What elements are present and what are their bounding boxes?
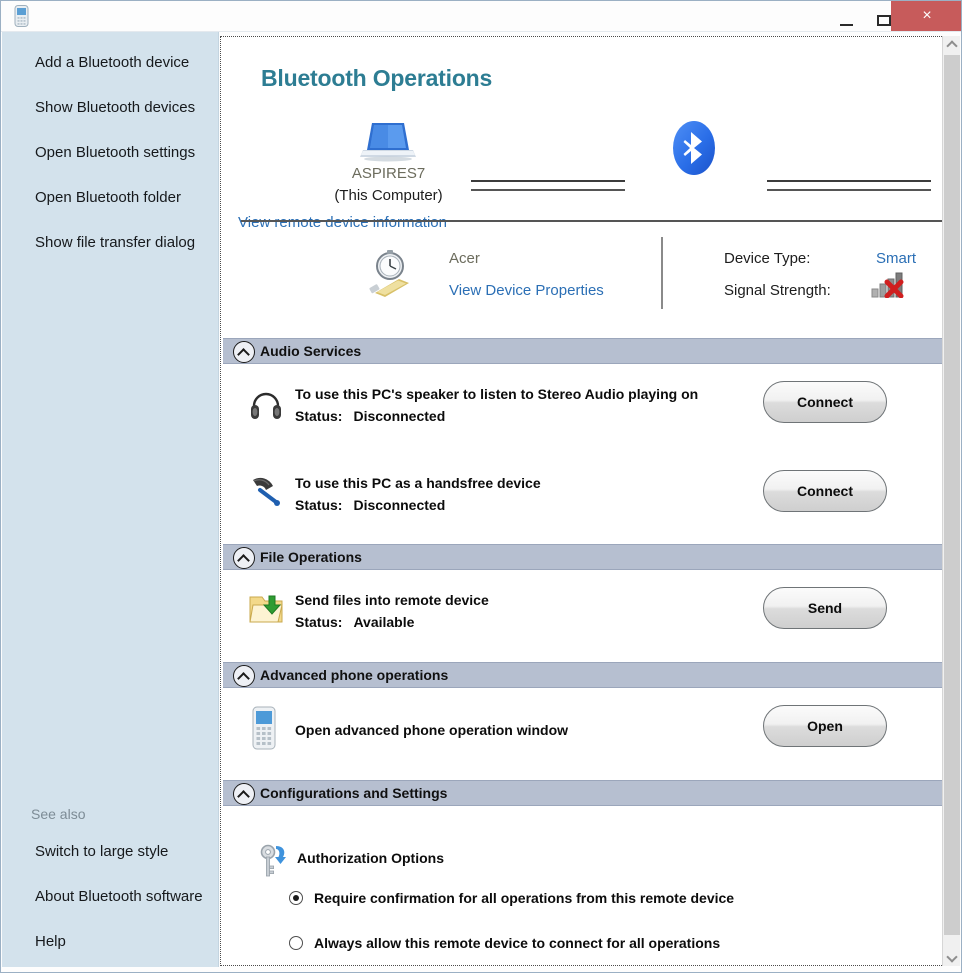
sidebar-item-switch-to-large-style[interactable]: Switch to large style	[35, 843, 168, 860]
service-status-label: Status:	[295, 408, 343, 424]
properties-divider	[661, 237, 663, 309]
headset-mic-icon	[249, 472, 283, 512]
view-remote-device-information-link[interactable]: View remote device information	[238, 214, 447, 231]
chevron-up-icon	[946, 40, 958, 52]
vertical-scrollbar[interactable]	[942, 36, 960, 966]
bluetooth-logo-icon	[672, 120, 716, 176]
content-pane: Bluetooth Operations ASPIRES7 (This Comp…	[220, 36, 944, 966]
section-title: Advanced phone operations	[260, 667, 449, 683]
local-device-subtitle: (This Computer)	[334, 187, 443, 204]
usb-stopwatch-device-icon	[365, 249, 419, 297]
close-button[interactable]: ×	[891, 1, 961, 31]
chevron-up-icon	[233, 783, 255, 805]
service-status-value: Disconnected	[353, 497, 446, 513]
mobile-phone-icon	[251, 706, 285, 750]
service-title: Send files into remote device	[295, 592, 489, 608]
scroll-up-button[interactable]	[943, 36, 960, 54]
section-title: Audio Services	[260, 343, 362, 359]
headphones-icon	[249, 384, 283, 424]
service-status-label: Status:	[295, 614, 343, 630]
radio-label: Require confirmation for all operations …	[314, 890, 735, 906]
section-header-configurations-and-settings[interactable]: Configurations and Settings	[223, 780, 943, 806]
sidebar-item-show-bluetooth-devices[interactable]: Show Bluetooth devices	[35, 99, 195, 116]
sidebar-item-show-file-transfer-dialog[interactable]: Show file transfer dialog	[35, 234, 195, 251]
chevron-down-icon	[946, 951, 958, 963]
scroll-down-button[interactable]	[943, 948, 960, 966]
radio-label: Always allow this remote device to conne…	[314, 935, 721, 951]
chevron-up-icon	[233, 341, 255, 363]
section-body-file-operations: Send files into remote device Status: Ava…	[223, 570, 943, 662]
service-status: Status: Available	[295, 614, 414, 630]
sidebar-see-also-heading: See also	[31, 806, 86, 822]
service-status: Status: Disconnected	[295, 497, 445, 513]
application-window: × Add a Bluetooth device Show Bluetooth …	[0, 0, 962, 973]
page-title: Bluetooth Operations	[261, 65, 493, 91]
connect-button-stereo-audio[interactable]: Connect	[763, 381, 887, 423]
signal-strength-label: Signal Strength:	[724, 282, 831, 299]
sidebar-item-about-bluetooth-software[interactable]: About Bluetooth software	[35, 888, 203, 905]
section-header-audio-services[interactable]: Audio Services	[223, 338, 943, 364]
chevron-up-icon	[233, 665, 255, 687]
signal-bars-disconnected-icon	[871, 270, 911, 299]
sidebar-item-open-bluetooth-folder[interactable]: Open Bluetooth folder	[35, 189, 181, 206]
connect-button-handsfree[interactable]: Connect	[763, 470, 887, 512]
service-status-value: Disconnected	[353, 408, 446, 424]
sidebar: Add a Bluetooth device Show Bluetooth de…	[2, 32, 219, 967]
section-header-advanced-phone-operations[interactable]: Advanced phone operations	[223, 662, 943, 688]
service-status: Status: Disconnected	[295, 408, 445, 424]
folder-send-icon	[249, 590, 283, 630]
radio-selected-icon	[289, 891, 303, 905]
scrollbar-thumb[interactable]	[944, 55, 960, 935]
sidebar-item-help[interactable]: Help	[35, 933, 66, 950]
maximize-icon	[877, 15, 891, 26]
radio-unselected-icon	[289, 936, 303, 950]
section-title: File Operations	[260, 549, 362, 565]
section-header-file-operations[interactable]: File Operations	[223, 544, 943, 570]
title-bar: ×	[1, 1, 961, 32]
sidebar-item-add-bluetooth-device[interactable]: Add a Bluetooth device	[35, 54, 189, 71]
section-body-advanced-phone-operations: Open advanced phone operation window Ope…	[223, 688, 943, 780]
sidebar-item-open-bluetooth-settings[interactable]: Open Bluetooth settings	[35, 144, 195, 161]
minimize-icon	[839, 23, 853, 26]
service-title: To use this PC's speaker to listen to St…	[295, 386, 699, 402]
key-icon	[259, 844, 289, 878]
laptop-icon	[360, 119, 416, 163]
section-body-configurations-and-settings: Authorization Options Require confirmati…	[223, 806, 943, 965]
service-status-label: Status:	[295, 497, 343, 513]
close-icon: ×	[922, 7, 932, 24]
minimize-button[interactable]	[827, 1, 865, 31]
view-device-properties-link[interactable]: View Device Properties	[449, 282, 604, 299]
service-title: Open advanced phone operation window	[295, 722, 569, 738]
remote-device-name: Acer	[449, 250, 480, 267]
mobile-phone-icon	[14, 5, 29, 27]
local-device-name: ASPIRES7	[351, 165, 426, 182]
device-type-value: Smart	[876, 250, 917, 267]
open-button[interactable]: Open	[763, 705, 887, 747]
chevron-up-icon	[233, 547, 255, 569]
service-title: To use this PC as a handsfree device	[295, 475, 541, 491]
section-title: Configurations and Settings	[260, 785, 448, 801]
device-type-label: Device Type:	[724, 250, 811, 267]
send-button[interactable]: Send	[763, 587, 887, 629]
service-status-value: Available	[353, 614, 415, 630]
panel-divider	[241, 220, 943, 222]
section-body-audio-services: To use this PC's speaker to listen to St…	[223, 364, 943, 556]
authorization-options-title: Authorization Options	[297, 850, 444, 866]
